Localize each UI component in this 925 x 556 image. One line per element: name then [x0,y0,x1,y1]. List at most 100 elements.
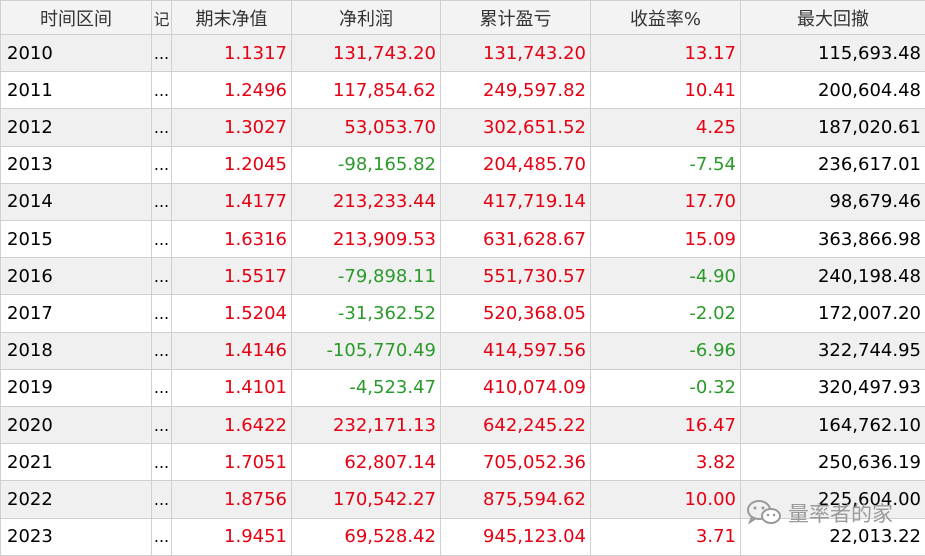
cell-max-drawdown: 200,604.48 [740,71,925,110]
cell-return-pct: 16.47 [590,406,741,445]
table-row[interactable]: 2010... 1.1317 131,743.20 131,743.20 13.17 11… [0,33,925,73]
cell-collapsed: ... [151,406,172,445]
cell-year: 2022 [0,480,152,519]
cell-max-drawdown: 236,617.01 [740,145,925,184]
cell-max-drawdown: 363,866.98 [740,220,925,259]
column-header-end-nav[interactable]: 期末净值 [171,0,292,35]
cell-net-profit: 213,909.53 [291,220,441,259]
cell-max-drawdown: 115,693.48 [740,33,925,73]
cell-cumulative-pnl: 520,368.05 [440,294,591,333]
table-row[interactable]: 2020... 1.6422 232,171.13 642,245.22 16.47 16… [0,406,925,445]
cell-collapsed: ... [151,443,172,482]
cell-end-nav: 1.6422 [171,406,292,445]
cell-return-pct: 3.82 [590,443,741,482]
table-row[interactable]: 2016... 1.5517 -79,898.11 551,730.57 -4.90 24… [0,257,925,296]
cell-return-pct: 3.71 [590,517,741,556]
cell-cumulative-pnl: 705,052.36 [440,443,591,482]
cell-collapsed: ... [151,220,172,259]
cell-end-nav: 1.6316 [171,220,292,259]
annual-performance-table: 时间区间 记 期末净值 净利润 累计盈亏 收益率% 最大回撤 2010... 1.… [0,0,925,556]
cell-return-pct: -0.32 [590,368,741,408]
cell-cumulative-pnl: 204,485.70 [440,145,591,184]
cell-net-profit: -4,523.47 [291,368,441,408]
table-row[interactable]: 2021... 1.7051 62,807.14 705,052.36 3.82 250,… [0,443,925,482]
cell-max-drawdown: 172,007.20 [740,294,925,333]
cell-cumulative-pnl: 551,730.57 [440,257,591,296]
cell-cumulative-pnl: 249,597.82 [440,71,591,110]
cell-end-nav: 1.3027 [171,108,292,147]
table-row[interactable]: 2018... 1.4146 -105,770.49 414,597.56 -6.96 3… [0,331,925,370]
cell-collapsed: ... [151,108,172,147]
table-row[interactable]: 2012... 1.3027 53,053.70 302,651.52 4.25 187,… [0,108,925,147]
cell-year: 2015 [0,220,152,259]
cell-max-drawdown: 164,762.10 [740,406,925,445]
column-header-cumulative-pnl[interactable]: 累计盈亏 [440,0,591,35]
table-row[interactable]: 2015... 1.6316 213,909.53 631,628.67 15.09 36… [0,220,925,259]
cell-end-nav: 1.2045 [171,145,292,184]
watermark: 量率者的家 [746,498,893,528]
cell-cumulative-pnl: 631,628.67 [440,220,591,259]
table-body: 2010... 1.1317 131,743.20 131,743.20 13.17 11… [0,33,925,556]
cell-end-nav: 1.8756 [171,480,292,519]
cell-return-pct: -7.54 [590,145,741,184]
column-header-net-profit[interactable]: 净利润 [291,0,441,35]
cell-year: 2020 [0,406,152,445]
column-header-period[interactable]: 时间区间 [0,0,152,35]
cell-return-pct: 10.00 [590,480,741,519]
cell-net-profit: 232,171.13 [291,406,441,445]
table-row[interactable]: 2011... 1.2496 117,854.62 249,597.82 10.41 20… [0,71,925,110]
cell-year: 2017 [0,294,152,333]
cell-return-pct: 15.09 [590,220,741,259]
cell-max-drawdown: 187,020.61 [740,108,925,147]
column-header-collapsed[interactable]: 记 [151,0,172,35]
watermark-text: 量率者的家 [788,502,893,526]
cell-net-profit: -105,770.49 [291,331,441,370]
cell-end-nav: 1.5517 [171,257,292,296]
cell-max-drawdown: 322,744.95 [740,331,925,370]
cell-return-pct: 4.25 [590,108,741,147]
cell-end-nav: 1.4177 [171,182,292,222]
cell-collapsed: ... [151,294,172,333]
cell-cumulative-pnl: 417,719.14 [440,182,591,222]
cell-end-nav: 1.4146 [171,331,292,370]
cell-cumulative-pnl: 414,597.56 [440,331,591,370]
table-row[interactable]: 2017... 1.5204 -31,362.52 520,368.05 -2.02 17… [0,294,925,333]
cell-collapsed: ... [151,145,172,184]
cell-net-profit: -31,362.52 [291,294,441,333]
cell-end-nav: 1.2496 [171,71,292,110]
cell-end-nav: 1.4101 [171,368,292,408]
cell-return-pct: 13.17 [590,33,741,73]
cell-collapsed: ... [151,257,172,296]
cell-net-profit: -98,165.82 [291,145,441,184]
cell-cumulative-pnl: 642,245.22 [440,406,591,445]
cell-cumulative-pnl: 131,743.20 [440,33,591,73]
cell-year: 2012 [0,108,152,147]
cell-collapsed: ... [151,71,172,110]
cell-collapsed: ... [151,33,172,73]
cell-year: 2016 [0,257,152,296]
cell-end-nav: 1.9451 [171,517,292,556]
column-header-return-pct[interactable]: 收益率% [590,0,741,35]
cell-net-profit: 69,528.42 [291,517,441,556]
cell-year: 2023 [0,517,152,556]
table-row[interactable]: 2019... 1.4101 -4,523.47 410,074.09 -0.32 320… [0,368,925,408]
cell-return-pct: -2.02 [590,294,741,333]
cell-cumulative-pnl: 875,594.62 [440,480,591,519]
cell-net-profit: 53,053.70 [291,108,441,147]
cell-net-profit: 213,233.44 [291,182,441,222]
cell-net-profit: 131,743.20 [291,33,441,73]
cell-return-pct: -6.96 [590,331,741,370]
column-header-max-drawdown[interactable]: 最大回撤 [740,0,925,35]
cell-net-profit: 62,807.14 [291,443,441,482]
cell-net-profit: -79,898.11 [291,257,441,296]
table-row[interactable]: 2013... 1.2045 -98,165.82 204,485.70 -7.54 23… [0,145,925,184]
cell-max-drawdown: 240,198.48 [740,257,925,296]
cell-cumulative-pnl: 302,651.52 [440,108,591,147]
cell-year: 2011 [0,71,152,110]
cell-net-profit: 170,542.27 [291,480,441,519]
table-row[interactable]: 2014... 1.4177 213,233.44 417,719.14 17.70 98… [0,182,925,222]
cell-end-nav: 1.1317 [171,33,292,73]
cell-collapsed: ... [151,331,172,370]
cell-year: 2010 [0,33,152,73]
cell-collapsed: ... [151,368,172,408]
